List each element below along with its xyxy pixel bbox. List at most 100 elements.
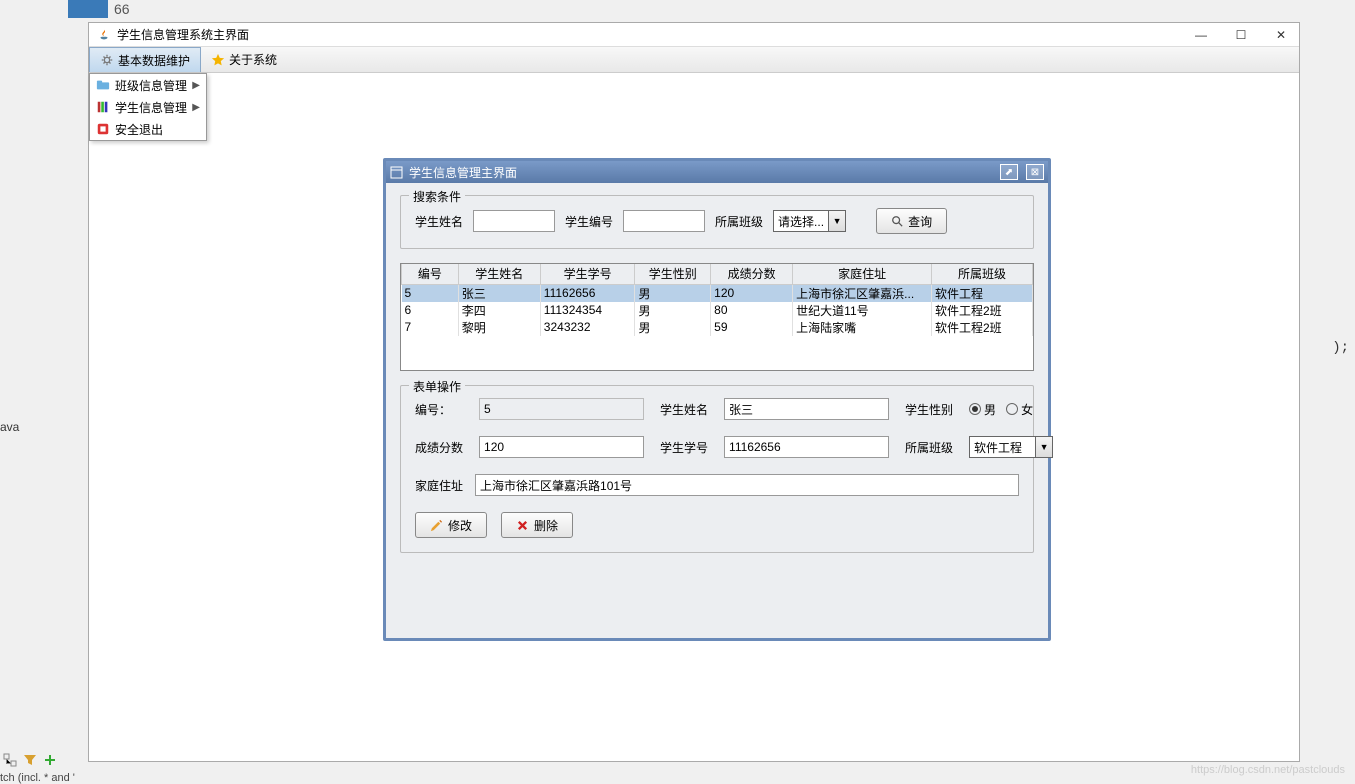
table-cell: 软件工程2班	[931, 319, 1032, 336]
editor-tab: 66	[68, 0, 130, 18]
table-header[interactable]: 所属班级	[931, 264, 1032, 284]
form-addr-input[interactable]	[475, 474, 1019, 496]
menu-about[interactable]: 关于系统	[201, 47, 287, 72]
table-cell: 世纪大道11号	[793, 302, 932, 319]
combo-value: 软件工程	[969, 436, 1035, 458]
button-label: 删除	[534, 517, 558, 534]
table-row[interactable]: 5张三11162656男120上海市徐汇区肇嘉浜...软件工程	[402, 284, 1033, 302]
table-header[interactable]: 编号	[402, 264, 459, 284]
bg-toolbar	[0, 750, 60, 770]
delete-button[interactable]: 删除	[501, 512, 573, 538]
internal-title: 学生信息管理主界面	[409, 164, 992, 181]
form-addr-label: 家庭住址	[415, 477, 463, 494]
search-class-combo[interactable]: 请选择... ▼	[773, 210, 846, 232]
table-header[interactable]: 成绩分数	[711, 264, 793, 284]
menu-student-info[interactable]: 学生信息管理 ▶	[90, 96, 206, 118]
internal-title-bar: 学生信息管理主界面 ⬈ ⊠	[386, 161, 1048, 183]
radio-label: 男	[984, 401, 996, 418]
table-cell: 男	[635, 319, 711, 336]
table-cell: 3243232	[540, 319, 635, 336]
table-cell: 软件工程2班	[931, 302, 1032, 319]
window-icon	[390, 166, 403, 179]
menu-item-label: 安全退出	[115, 121, 163, 138]
menu-basic-data[interactable]: 基本数据维护	[89, 47, 201, 72]
form-score-label: 成绩分数	[415, 439, 463, 456]
menu-item-label: 学生信息管理	[115, 99, 187, 116]
table-row[interactable]: 6李四111324354男80世纪大道11号软件工程2班	[402, 302, 1033, 319]
form-gender-label: 学生性别	[905, 401, 953, 418]
tab-label: 66	[114, 1, 130, 17]
watermark: https://blog.csdn.net/pastclouds	[1191, 764, 1345, 776]
form-name-input[interactable]	[724, 398, 889, 420]
file-icon	[68, 0, 108, 18]
radio-icon	[1006, 403, 1018, 415]
table-cell: 6	[402, 302, 459, 319]
main-window: 学生信息管理系统主界面 — ☐ ✕ 基本数据维护 关于系统 班级信息管理 ▶ 学…	[88, 22, 1300, 762]
modify-button[interactable]: 修改	[415, 512, 487, 538]
menu-bar: 基本数据维护 关于系统	[89, 47, 1299, 73]
form-score-input[interactable]	[479, 436, 644, 458]
menu-exit[interactable]: 安全退出	[90, 118, 206, 140]
bg-text: ava	[0, 420, 19, 434]
form-sno-input[interactable]	[724, 436, 889, 458]
maximize-button[interactable]: ☐	[1231, 25, 1251, 45]
search-name-input[interactable]	[473, 210, 555, 232]
pencil-icon	[430, 519, 443, 532]
table-row[interactable]: 7黎明3243232男59上海陆家嘴软件工程2班	[402, 319, 1033, 336]
form-sno-label: 学生学号	[660, 439, 708, 456]
java-icon	[97, 28, 111, 42]
button-label: 查询	[908, 213, 932, 230]
form-id-label: 编号：	[415, 401, 463, 418]
form-fieldset: 表单操作 编号： 5 学生姓名 学生性别 男 女 成绩分数 学生学号 所属班级	[400, 385, 1034, 553]
chevron-right-icon: ▶	[192, 102, 200, 113]
table-header[interactable]: 家庭住址	[793, 264, 932, 284]
form-name-label: 学生姓名	[660, 401, 708, 418]
minimize-button[interactable]: —	[1191, 25, 1211, 45]
menu-label: 关于系统	[229, 51, 277, 68]
plus-icon	[42, 752, 58, 768]
chevron-down-icon: ▼	[828, 210, 846, 232]
close-button[interactable]: ✕	[1271, 25, 1291, 45]
title-bar: 学生信息管理系统主界面 — ☐ ✕	[89, 23, 1299, 47]
menu-label: 基本数据维护	[118, 52, 190, 69]
table-cell: 80	[711, 302, 793, 319]
table-header[interactable]: 学生学号	[540, 264, 635, 284]
table-cell: 120	[711, 284, 793, 302]
menu-class-info[interactable]: 班级信息管理 ▶	[90, 74, 206, 96]
table-cell: 111324354	[540, 302, 635, 319]
table-cell: 张三	[458, 284, 540, 302]
table-cell: 李四	[458, 302, 540, 319]
table-cell: 11162656	[540, 284, 635, 302]
books-icon	[96, 100, 110, 114]
fieldset-legend: 搜索条件	[409, 188, 465, 205]
internal-maximize-button[interactable]: ⬈	[1000, 164, 1018, 180]
button-label: 修改	[448, 517, 472, 534]
internal-close-button[interactable]: ⊠	[1026, 164, 1044, 180]
data-table[interactable]: 编号学生姓名学生学号学生性别成绩分数家庭住址所属班级 5张三11162656男1…	[400, 263, 1034, 371]
query-button[interactable]: 查询	[876, 208, 947, 234]
table-cell: 黎明	[458, 319, 540, 336]
table-cell: 男	[635, 284, 711, 302]
status-bar: tch (incl. * and '	[0, 772, 75, 784]
name-label: 学生姓名	[415, 213, 463, 230]
tree-icon	[2, 752, 18, 768]
chevron-down-icon: ▼	[1035, 436, 1053, 458]
table-header[interactable]: 学生姓名	[458, 264, 540, 284]
radio-female[interactable]: 女	[1006, 401, 1033, 418]
fieldset-legend: 表单操作	[409, 378, 465, 395]
table-cell: 上海陆家嘴	[793, 319, 932, 336]
folder-icon	[96, 78, 110, 92]
radio-male[interactable]: 男	[969, 401, 996, 418]
table-header[interactable]: 学生性别	[635, 264, 711, 284]
radio-label: 女	[1021, 401, 1033, 418]
table-cell: 男	[635, 302, 711, 319]
table-cell: 59	[711, 319, 793, 336]
exit-icon	[96, 122, 110, 136]
class-label: 所属班级	[715, 213, 763, 230]
table-cell: 软件工程	[931, 284, 1032, 302]
form-class-combo[interactable]: 软件工程 ▼	[969, 436, 1053, 458]
window-title: 学生信息管理系统主界面	[117, 26, 249, 43]
x-icon	[516, 519, 529, 532]
search-id-input[interactable]	[623, 210, 705, 232]
form-class-label: 所属班级	[905, 439, 953, 456]
